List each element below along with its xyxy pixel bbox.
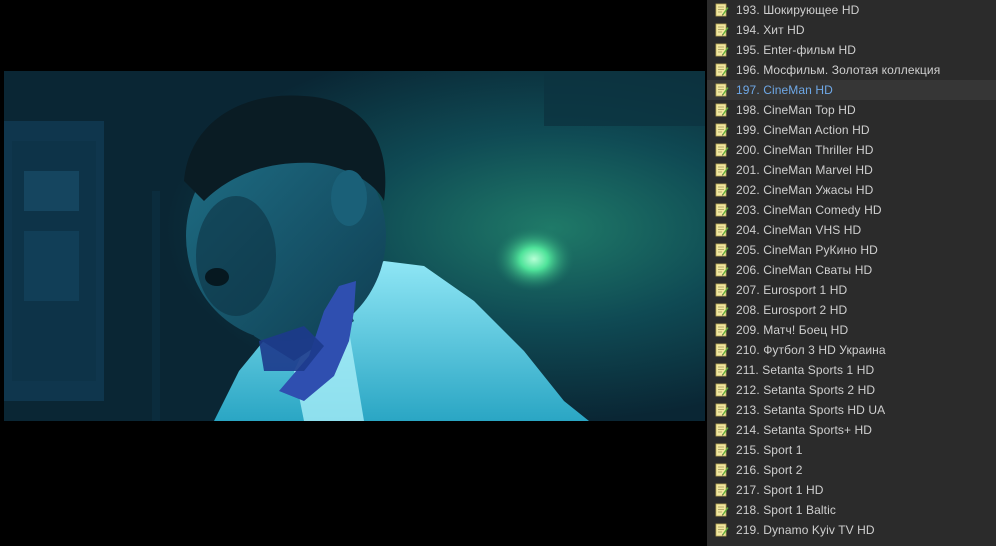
playlist-item-label: 209. Матч! Боец HD	[736, 323, 849, 337]
playlist-item-label: 215. Sport 1	[736, 443, 803, 457]
playlist-item-label: 193. Шокирующее HD	[736, 3, 860, 17]
playlist-item-label: 219. Dynamo Kyiv TV HD	[736, 523, 875, 537]
playlist-entry-icon	[715, 423, 729, 437]
playlist-item[interactable]: 218. Sport 1 Baltic	[707, 500, 996, 520]
playlist-item[interactable]: 217. Sport 1 HD	[707, 480, 996, 500]
playlist-item[interactable]: 209. Матч! Боец HD	[707, 320, 996, 340]
playlist-entry-icon	[715, 463, 729, 477]
playlist-entry-icon	[715, 83, 729, 97]
playlist-item-label: 203. CineMan Comedy HD	[736, 203, 882, 217]
playlist-item[interactable]: 216. Sport 2	[707, 460, 996, 480]
playlist-entry-icon	[715, 283, 729, 297]
video-frame[interactable]	[4, 71, 705, 421]
playlist-entry-icon	[715, 203, 729, 217]
playlist-item[interactable]: 200. CineMan Thriller HD	[707, 140, 996, 160]
playlist-item-label: 201. CineMan Marvel HD	[736, 163, 873, 177]
playlist-entry-icon	[715, 323, 729, 337]
playlist-entry-icon	[715, 23, 729, 37]
playlist-item-label: 199. CineMan Action HD	[736, 123, 870, 137]
playlist-item[interactable]: 215. Sport 1	[707, 440, 996, 460]
playlist-item-label: 204. CineMan VHS HD	[736, 223, 862, 237]
playlist-item[interactable]: 196. Мосфильм. Золотая коллекция	[707, 60, 996, 80]
playlist-list: 193. Шокирующее HD 194. Хит HD 195. Enter-…	[707, 0, 996, 540]
playlist-item[interactable]: 195. Enter-фильм HD	[707, 40, 996, 60]
playlist-item[interactable]: 210. Футбол 3 HD Украина	[707, 340, 996, 360]
playlist-item-label: 207. Eurosport 1 HD	[736, 283, 848, 297]
playlist-entry-icon	[715, 363, 729, 377]
playlist-item-label: 217. Sport 1 HD	[736, 483, 824, 497]
playlist-item[interactable]: 193. Шокирующее HD	[707, 0, 996, 20]
playlist-item[interactable]: 213. Setanta Sports HD UA	[707, 400, 996, 420]
playlist-item-label: 205. CineMan РуКино HD	[736, 243, 878, 257]
playlist-item[interactable]: 205. CineMan РуКино HD	[707, 240, 996, 260]
playlist-item[interactable]: 208. Eurosport 2 HD	[707, 300, 996, 320]
playlist-entry-icon	[715, 43, 729, 57]
playlist-item-label: 218. Sport 1 Baltic	[736, 503, 836, 517]
playlist-panel[interactable]: 193. Шокирующее HD 194. Хит HD 195. Enter-…	[707, 0, 996, 546]
playlist-entry-icon	[715, 303, 729, 317]
playlist-item-label: 211. Setanta Sports 1 HD	[736, 363, 875, 377]
playlist-entry-icon	[715, 103, 729, 117]
playlist-entry-icon	[715, 223, 729, 237]
playlist-item-label: 200. CineMan Thriller HD	[736, 143, 874, 157]
playlist-item[interactable]: 201. CineMan Marvel HD	[707, 160, 996, 180]
playlist-item[interactable]: 212. Setanta Sports 2 HD	[707, 380, 996, 400]
playlist-entry-icon	[715, 383, 729, 397]
playlist-entry-icon	[715, 143, 729, 157]
playlist-entry-icon	[715, 3, 729, 17]
playlist-item-label: 212. Setanta Sports 2 HD	[736, 383, 876, 397]
playlist-item[interactable]: 211. Setanta Sports 1 HD	[707, 360, 996, 380]
playlist-item-label: 216. Sport 2	[736, 463, 803, 477]
playlist-entry-icon	[715, 183, 729, 197]
playlist-item-label: 194. Хит HD	[736, 23, 805, 37]
playlist-item-label: 198. CineMan Top HD	[736, 103, 856, 117]
playlist-item-label: 210. Футбол 3 HD Украина	[736, 343, 886, 357]
playlist-item[interactable]: 198. CineMan Top HD	[707, 100, 996, 120]
playlist-item[interactable]: 219. Dynamo Kyiv TV HD	[707, 520, 996, 540]
playlist-item-label: 213. Setanta Sports HD UA	[736, 403, 886, 417]
playlist-item-label: 196. Мосфильм. Золотая коллекция	[736, 63, 941, 77]
playlist-item[interactable]: 204. CineMan VHS HD	[707, 220, 996, 240]
playlist-item[interactable]: 203. CineMan Comedy HD	[707, 200, 996, 220]
playlist-item-label: 195. Enter-фильм HD	[736, 43, 857, 57]
playlist-item-label: 206. CineMan Сваты HD	[736, 263, 873, 277]
playlist-item-label: 208. Eurosport 2 HD	[736, 303, 848, 317]
playlist-entry-icon	[715, 343, 729, 357]
playlist-entry-icon	[715, 523, 729, 537]
playlist-item-label: 197. CineMan HD	[736, 83, 833, 97]
video-area[interactable]	[0, 0, 707, 546]
playlist-item[interactable]: 206. CineMan Сваты HD	[707, 260, 996, 280]
playlist-entry-icon	[715, 403, 729, 417]
playlist-item[interactable]: 197. CineMan HD	[707, 80, 996, 100]
playlist-item[interactable]: 207. Eurosport 1 HD	[707, 280, 996, 300]
playlist-entry-icon	[715, 443, 729, 457]
playlist-entry-icon	[715, 263, 729, 277]
playlist-item[interactable]: 194. Хит HD	[707, 20, 996, 40]
media-player-window: 193. Шокирующее HD 194. Хит HD 195. Enter-…	[0, 0, 996, 546]
playlist-item[interactable]: 214. Setanta Sports+ HD	[707, 420, 996, 440]
playlist-entry-icon	[715, 163, 729, 177]
playlist-item[interactable]: 202. CineMan Ужасы HD	[707, 180, 996, 200]
video-frame-image	[4, 71, 705, 421]
playlist-entry-icon	[715, 123, 729, 137]
playlist-entry-icon	[715, 483, 729, 497]
playlist-entry-icon	[715, 63, 729, 77]
playlist-entry-icon	[715, 243, 729, 257]
playlist-item[interactable]: 199. CineMan Action HD	[707, 120, 996, 140]
playlist-item-label: 202. CineMan Ужасы HD	[736, 183, 874, 197]
playlist-item-label: 214. Setanta Sports+ HD	[736, 423, 873, 437]
playlist-entry-icon	[715, 503, 729, 517]
